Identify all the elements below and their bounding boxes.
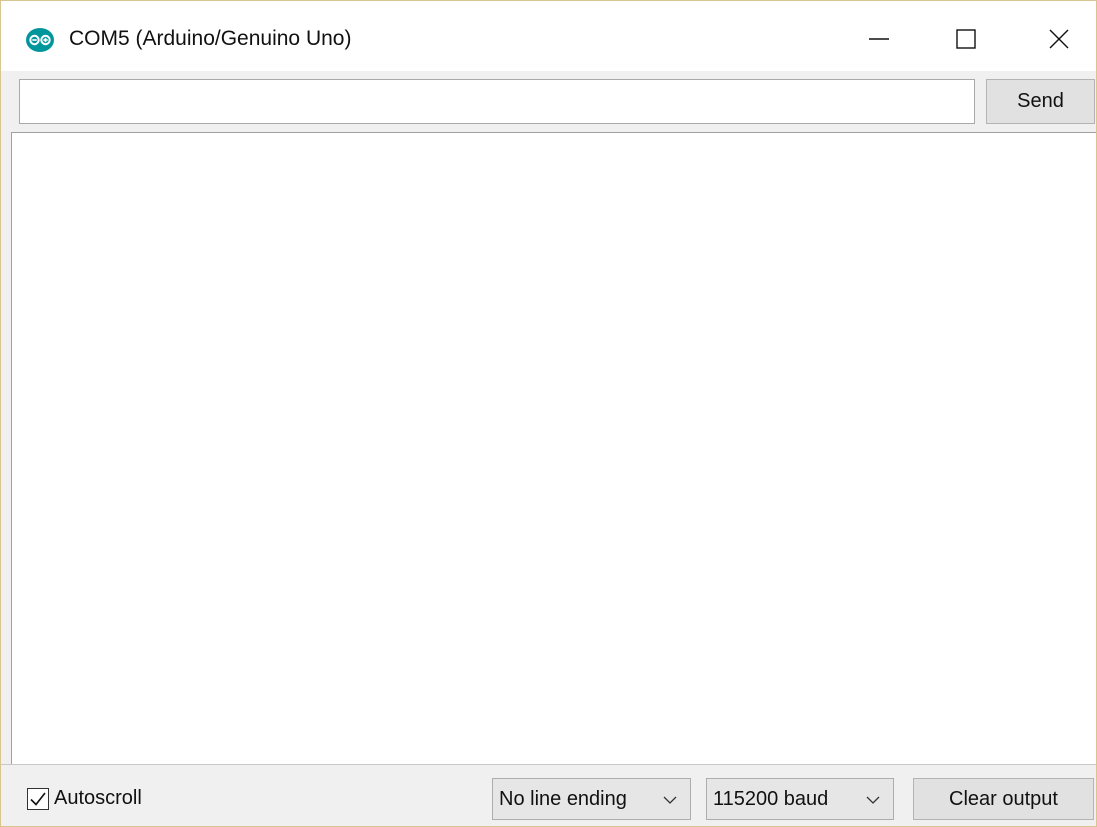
send-input[interactable] [19,79,975,124]
autoscroll-checkbox[interactable] [27,787,49,810]
serial-output-area[interactable] [11,132,1096,764]
arduino-logo-icon [26,28,54,52]
line-ending-value: No line ending [499,787,627,810]
send-row: Send [1,71,1096,131]
close-icon [1049,29,1069,49]
window-title: COM5 (Arduino/Genuino Uno) [69,27,352,50]
autoscroll-toggle[interactable]: Autoscroll [27,787,142,810]
minimize-button[interactable] [849,9,909,69]
bottom-bar: Autoscroll No line ending 115200 baud Cl… [1,764,1096,826]
title-bar[interactable]: COM5 (Arduino/Genuino Uno) [1,1,1096,71]
chevron-down-icon [663,796,677,804]
minimize-icon [869,38,889,40]
checkmark-icon [30,792,46,806]
send-button[interactable]: Send [986,79,1095,124]
close-button[interactable] [1029,9,1089,69]
serial-monitor-window: COM5 (Arduino/Genuino Uno) Send Autoscro… [0,0,1097,827]
baud-rate-select[interactable]: 115200 baud [706,778,894,820]
chevron-down-icon [866,796,880,804]
line-ending-select[interactable]: No line ending [492,778,691,820]
autoscroll-label: Autoscroll [54,787,142,809]
maximize-icon [956,29,976,49]
clear-output-button[interactable]: Clear output [913,778,1094,820]
baud-rate-value: 115200 baud [713,787,829,810]
maximize-button[interactable] [936,9,996,69]
